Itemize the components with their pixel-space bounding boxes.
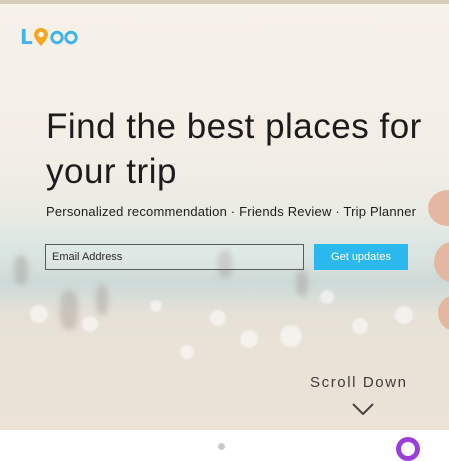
bokeh-light [82, 316, 98, 332]
bokeh-light [395, 306, 413, 324]
bokeh-light [240, 330, 258, 348]
chat-badge-icon[interactable] [396, 437, 420, 461]
bokeh-light [280, 325, 302, 347]
bokeh-light [210, 310, 226, 326]
background-figure [14, 255, 28, 285]
bokeh-light [320, 290, 334, 304]
background-figure [60, 290, 78, 330]
feature-tagline: Personalized recommendation · Friends Re… [46, 204, 417, 219]
bokeh-light [150, 300, 162, 312]
svg-text:L: L [20, 25, 33, 47]
background-figure [296, 270, 308, 296]
finger-shape [428, 190, 449, 226]
email-input[interactable] [45, 244, 304, 270]
bokeh-light [30, 305, 48, 323]
get-updates-button[interactable]: Get updates [314, 244, 408, 270]
bokeh-light [352, 318, 368, 334]
hero-headline: Find the best places for your trip [46, 107, 422, 191]
background-figure [96, 285, 108, 315]
top-strip [0, 0, 449, 4]
scroll-down-label[interactable]: Scroll Down [310, 374, 408, 391]
bokeh-light [180, 345, 194, 359]
loco-logo[interactable]: L [20, 25, 80, 47]
chevron-down-icon[interactable] [352, 403, 374, 415]
page-indicator-dot[interactable] [218, 443, 225, 450]
location-pin-logo: L [20, 25, 78, 47]
